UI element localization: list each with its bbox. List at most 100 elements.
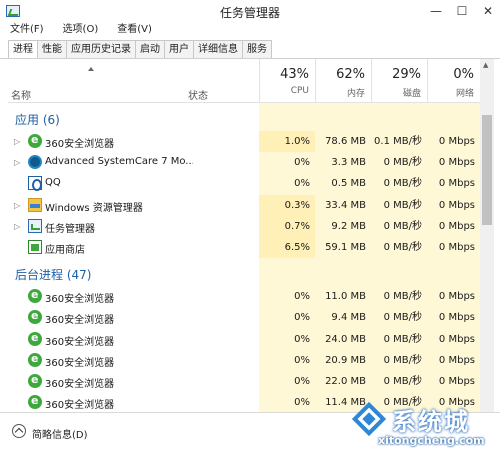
process-row[interactable]: 0.3% 33.4 MB 0 MB/秒 0 Mbps ▷ Windows 资源管理器 — [8, 194, 480, 216]
process-name: Windows 资源管理器 — [45, 202, 143, 214]
expand-chevron-icon[interactable]: ▷ — [14, 158, 20, 167]
process-name: 360安全浏览器 — [45, 357, 115, 369]
vertical-scrollbar[interactable]: ▲ — [480, 59, 494, 412]
column-header-disk[interactable]: 29% 磁盘 — [371, 59, 427, 103]
process-row[interactable]: 0.7% 9.2 MB 0 MB/秒 0 Mbps ▷ 任务管理器 — [8, 215, 480, 237]
cell-memory: 59.1 MB — [315, 236, 371, 259]
cell-disk: 0 MB/秒 — [371, 286, 427, 308]
advanced-systemcare-icon — [28, 155, 42, 170]
maximize-button[interactable]: ☐ — [450, 2, 474, 20]
expand-chevron-icon[interactable]: ▷ — [14, 137, 20, 146]
network-column-shade — [427, 258, 480, 287]
tab-processes[interactable]: 进程 — [8, 40, 37, 59]
process-name: 360安全浏览器 — [45, 315, 115, 327]
process-row[interactable]: 0%24.0 MB0 MB/秒0 Mbps 360安全浏览器 — [8, 328, 480, 350]
process-name: 360安全浏览器 — [45, 294, 115, 306]
tab-services[interactable]: 服务 — [242, 40, 272, 59]
watermark-text: 系统城 — [392, 408, 470, 436]
memory-column-shade — [315, 103, 371, 131]
process-row[interactable]: 0% 0.5 MB 0 MB/秒 0 Mbps QQ — [8, 173, 480, 195]
process-name: 360安全浏览器 — [45, 400, 115, 412]
cell-network: 0 Mbps — [427, 152, 480, 174]
cell-network: 0 Mbps — [427, 131, 480, 153]
column-header-name[interactable]: 名称 — [11, 87, 31, 102]
cell-memory: 0.5 MB — [315, 173, 371, 195]
tab-users[interactable]: 用户 — [164, 40, 193, 59]
process-name: 360安全浏览器 — [45, 139, 115, 150]
tab-startup[interactable]: 启动 — [135, 40, 164, 59]
column-header-memory[interactable]: 62% 内存 — [315, 59, 371, 103]
cpu-label: CPU — [290, 86, 309, 96]
menu-bar: 文件(F) 选项(O) 查看(V) — [0, 22, 500, 38]
cell-cpu: 1.0% — [259, 131, 315, 153]
360-browser-icon — [28, 394, 42, 410]
memory-total: 62% — [336, 67, 365, 82]
group-background: 后台进程 (47) — [8, 258, 480, 287]
process-row[interactable]: 0% 3.3 MB 0 MB/秒 0 Mbps ▷ Advanced SystemCare… — [8, 152, 480, 174]
title-bar: 任务管理器 — ☐ ✕ — [0, 0, 500, 22]
cell-network: 0 Mbps — [427, 370, 480, 393]
360-browser-icon — [28, 352, 42, 367]
cell-disk: 0 MB/秒 — [371, 349, 427, 371]
cell-cpu: 0% — [259, 392, 315, 412]
cell-cpu: 0% — [259, 328, 315, 350]
process-table: 名称 状态 43% CPU 62% 内存 29% 磁盘 0% 网络 应用 (6)… — [8, 59, 480, 412]
process-row[interactable]: 0%20.9 MB0 MB/秒0 Mbps 360安全浏览器 — [8, 349, 480, 371]
cell-network: 0 Mbps — [427, 286, 480, 308]
sort-up-icon[interactable] — [88, 67, 94, 73]
cell-disk: 0 MB/秒 — [371, 173, 427, 195]
minimize-button[interactable]: — — [424, 2, 448, 20]
cell-memory: 78.6 MB — [315, 131, 371, 153]
cell-memory: 11.0 MB — [315, 286, 371, 308]
cell-network: 0 Mbps — [427, 328, 480, 350]
cell-disk: 0 MB/秒 — [371, 328, 427, 350]
column-header-cpu[interactable]: 43% CPU — [259, 59, 315, 103]
scroll-up-icon[interactable]: ▲ — [483, 61, 488, 69]
360-browser-icon — [28, 288, 42, 304]
process-name: 360安全浏览器 — [45, 336, 115, 348]
cell-network: 0 Mbps — [427, 194, 480, 216]
cpu-total: 43% — [280, 67, 309, 82]
menu-file[interactable]: 文件(F) — [0, 22, 53, 38]
tab-details[interactable]: 详细信息 — [193, 40, 242, 59]
collapse-chevron-icon[interactable] — [12, 424, 26, 438]
menu-view[interactable]: 查看(V) — [107, 22, 161, 38]
task-manager-icon — [28, 218, 42, 233]
tab-app-history[interactable]: 应用历史记录 — [66, 40, 135, 59]
expand-chevron-icon[interactable]: ▷ — [14, 201, 20, 210]
cell-memory: 22.0 MB — [315, 370, 371, 393]
cell-disk: 0 MB/秒 — [371, 215, 427, 237]
process-row[interactable]: 1.0%78.6 MB0.1 MB/秒0 Mbps ▷ 360安全浏览器 — [8, 131, 480, 153]
close-button[interactable]: ✕ — [476, 2, 500, 20]
cell-cpu: 0% — [259, 307, 315, 329]
group-label-apps: 应用 (6) — [15, 113, 60, 127]
cell-network: 0 Mbps — [427, 173, 480, 195]
cell-network: 0 Mbps — [427, 307, 480, 329]
cell-cpu: 0% — [259, 286, 315, 308]
scroll-thumb[interactable] — [482, 115, 492, 225]
tab-performance[interactable]: 性能 — [37, 40, 66, 59]
watermark-url: xitongcheng.com — [378, 434, 485, 447]
group-apps: 应用 (6) — [8, 103, 480, 131]
process-row[interactable]: 0%9.4 MB0 MB/秒0 Mbps 360安全浏览器 — [8, 307, 480, 329]
menu-options[interactable]: 选项(O) — [53, 22, 108, 38]
process-name: 360安全浏览器 — [45, 378, 115, 390]
process-row[interactable]: 0%11.0 MB0 MB/秒0 Mbps 360安全浏览器 — [8, 286, 480, 308]
explorer-icon — [28, 197, 42, 212]
cell-cpu: 0% — [259, 173, 315, 195]
cell-memory: 24.0 MB — [315, 328, 371, 350]
tab-bar: 进程 性能 应用历史记录 启动 用户 详细信息 服务 — [8, 40, 272, 59]
cell-memory: 3.3 MB — [315, 152, 371, 174]
expand-chevron-icon[interactable]: ▷ — [14, 222, 20, 231]
process-row[interactable]: 6.5% 59.1 MB 0 MB/秒 0 Mbps 应用商店 — [8, 236, 480, 259]
column-header-network[interactable]: 0% 网络 — [427, 59, 480, 103]
process-row[interactable]: 0%22.0 MB0 MB/秒0 Mbps 360安全浏览器 — [8, 370, 480, 393]
fewer-details-button[interactable]: 简略信息(D) — [32, 426, 88, 441]
cell-cpu: 0.3% — [259, 194, 315, 216]
watermark: 系统城 xitongcheng.com — [350, 398, 500, 455]
column-header-status[interactable]: 状态 — [188, 87, 208, 102]
table-header: 名称 状态 43% CPU 62% 内存 29% 磁盘 0% 网络 — [8, 59, 480, 103]
cell-disk: 0.1 MB/秒 — [371, 131, 427, 153]
network-label: 网络 — [455, 89, 474, 99]
cpu-column-shade — [259, 258, 315, 287]
